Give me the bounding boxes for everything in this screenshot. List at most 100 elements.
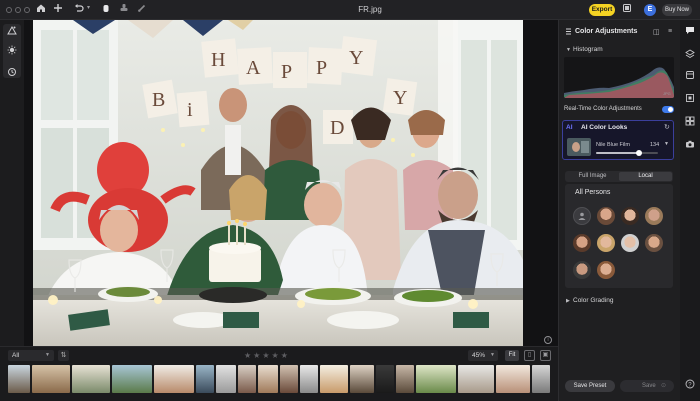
thumbnail[interactable]: [496, 365, 530, 393]
chevron-down-icon: ▼: [45, 352, 50, 358]
brush-icon[interactable]: [135, 3, 149, 17]
persons-title: All Persons: [575, 189, 611, 196]
thumbnail[interactable]: [8, 365, 30, 393]
panel-menu-icon[interactable]: ≡: [668, 28, 672, 35]
svg-text:JPG: JPG: [663, 91, 671, 96]
thumbnail[interactable]: [280, 365, 298, 393]
account-avatar[interactable]: E: [644, 4, 656, 16]
histogram: JPG: [564, 57, 674, 98]
window-close-dot[interactable]: [6, 7, 12, 13]
svg-text:D: D: [330, 117, 344, 139]
camera-icon[interactable]: [682, 139, 698, 153]
export-button[interactable]: Export: [589, 4, 615, 16]
sort-icon[interactable]: ⇅: [58, 350, 69, 361]
hand-tool-icon[interactable]: [99, 3, 113, 17]
window-minimize-dot[interactable]: [15, 7, 21, 13]
histogram-chevron-icon[interactable]: ▼: [566, 47, 571, 53]
svg-text:Y: Y: [349, 47, 363, 69]
crop-icon[interactable]: [682, 93, 698, 107]
info-icon[interactable]: i: [544, 336, 552, 344]
thumbnail[interactable]: [300, 365, 318, 393]
look-chevron-down-icon[interactable]: ▼: [664, 141, 669, 147]
window-zoom-dot[interactable]: [24, 7, 30, 13]
effects-grid-icon[interactable]: [682, 116, 698, 130]
look-thumbnail[interactable]: [567, 138, 591, 156]
person-face[interactable]: [597, 261, 615, 279]
buy-now-button[interactable]: Buy Now: [662, 4, 692, 16]
thumbnail[interactable]: [196, 365, 214, 393]
chevron-down-icon: ▼: [490, 352, 495, 358]
thumbnail[interactable]: [416, 365, 456, 393]
filter-value: All: [12, 352, 20, 359]
color-grading-label[interactable]: Color Grading: [573, 297, 613, 304]
save-preset-button[interactable]: Save Preset: [565, 380, 615, 392]
thumbnail[interactable]: [376, 365, 394, 393]
compare-view-icon[interactable]: ▯: [524, 350, 535, 361]
history-icon[interactable]: [3, 66, 21, 82]
svg-text:A: A: [246, 57, 261, 79]
thumbnail[interactable]: [458, 365, 494, 393]
svg-text:P: P: [316, 57, 327, 79]
thumbnail[interactable]: [154, 365, 194, 393]
ai-badge-icon: AI: [566, 124, 573, 131]
add-person-icon[interactable]: [573, 207, 591, 225]
person-face[interactable]: [645, 234, 663, 252]
add-icon[interactable]: [51, 3, 65, 17]
person-face[interactable]: [645, 207, 663, 225]
tab-local[interactable]: Local: [619, 172, 672, 181]
thumbnail[interactable]: [72, 365, 110, 393]
undo-history-chevron-icon[interactable]: ▾: [87, 4, 90, 11]
zoom-select[interactable]: 45% ▼: [468, 350, 498, 361]
tab-full-image[interactable]: Full Image: [566, 172, 619, 181]
chevron-right-icon[interactable]: ›: [620, 124, 622, 130]
person-face[interactable]: [597, 234, 615, 252]
effects-tool-icon[interactable]: [3, 44, 21, 60]
panel-layout-icon[interactable]: ◫: [653, 28, 660, 36]
person-face[interactable]: [573, 234, 591, 252]
panel-back-icon[interactable]: [565, 28, 572, 37]
realtime-toggle[interactable]: [662, 106, 674, 113]
thumbnail[interactable]: [320, 365, 348, 393]
look-slider-fill: [596, 152, 640, 154]
svg-text:H: H: [211, 49, 225, 71]
person-face[interactable]: [597, 207, 615, 225]
layers-icon[interactable]: [682, 49, 698, 63]
stamp-icon[interactable]: [117, 3, 131, 17]
realtime-label: Real-Time Color Adjustments: [564, 106, 642, 112]
star-rating[interactable]: ★★★★★: [244, 350, 314, 361]
fit-button[interactable]: Fit: [505, 350, 519, 361]
title-bar: ▾ FR.jpg Export E Buy Now: [0, 0, 700, 20]
share-icon[interactable]: [620, 3, 634, 17]
fullscreen-icon[interactable]: ▣: [540, 350, 551, 361]
help-icon[interactable]: ?: [682, 379, 698, 393]
color-grading-chevron-icon[interactable]: ▶: [566, 298, 570, 304]
thumbnail[interactable]: [32, 365, 70, 393]
home-icon[interactable]: [34, 3, 48, 17]
person-face[interactable]: [621, 207, 639, 225]
thumbnail[interactable]: [258, 365, 278, 393]
adjust-tool-icon[interactable]: [3, 24, 21, 40]
histogram-label: Histogram: [573, 46, 603, 53]
save-options-icon[interactable]: ⊙: [661, 380, 666, 392]
person-face[interactable]: [621, 234, 639, 252]
thumbnail-strip: [8, 365, 550, 393]
reset-icon[interactable]: ↻: [664, 123, 670, 131]
presets-icon[interactable]: [682, 70, 698, 84]
chat-icon[interactable]: [682, 25, 698, 39]
look-value: 134: [650, 142, 660, 148]
thumbnail[interactable]: [238, 365, 256, 393]
window-title: FR.jpg: [358, 5, 382, 14]
edited-photo[interactable]: H A P P Y B i D Y: [33, 20, 523, 346]
save-button[interactable]: Save ⊙: [620, 380, 674, 392]
person-face[interactable]: [573, 261, 591, 279]
thumbnail[interactable]: [350, 365, 374, 393]
thumbnail[interactable]: [112, 365, 152, 393]
svg-text:i: i: [187, 99, 193, 121]
thumbnail[interactable]: [532, 365, 550, 393]
undo-icon[interactable]: [72, 3, 86, 17]
thumbnail[interactable]: [396, 365, 414, 393]
svg-text:P: P: [281, 61, 292, 83]
filter-select[interactable]: All ▼: [8, 350, 54, 361]
thumbnail[interactable]: [216, 365, 236, 393]
svg-text:Y: Y: [393, 87, 407, 109]
